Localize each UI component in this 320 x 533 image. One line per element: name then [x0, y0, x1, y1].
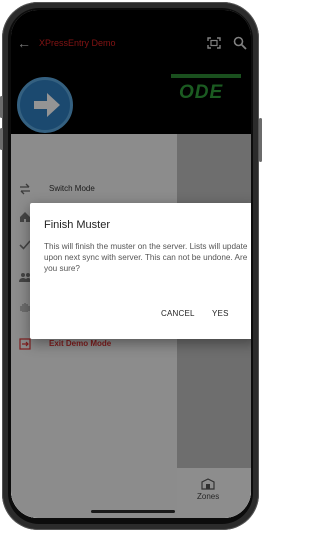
power-button — [259, 118, 262, 162]
dialog-message: This will finish the muster on the serve… — [44, 242, 248, 274]
cancel-button[interactable]: CANCEL — [161, 309, 195, 318]
volume-up-button — [0, 96, 3, 118]
screen: ← XPressEntry Demo ODE Zones Switch Mode… — [11, 10, 251, 518]
finish-muster-dialog: Finish Muster This will finish the muste… — [30, 203, 251, 339]
volume-down-button — [0, 128, 3, 150]
home-indicator — [91, 510, 175, 513]
yes-button[interactable]: YES — [212, 309, 229, 318]
dialog-title: Finish Muster — [44, 219, 111, 231]
